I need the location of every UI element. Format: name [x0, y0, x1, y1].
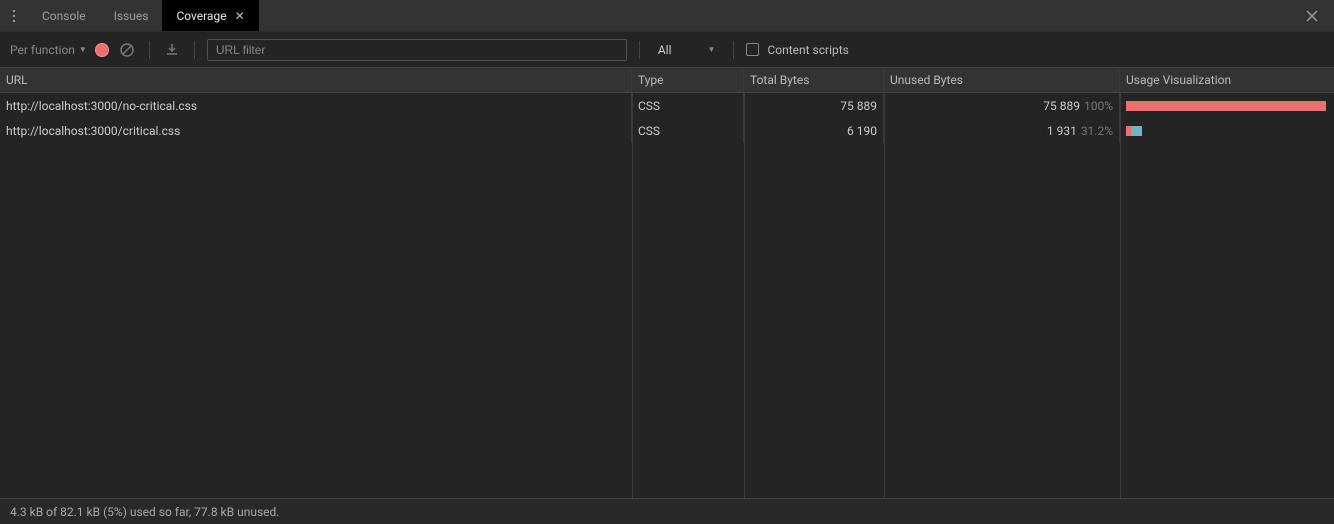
separator	[639, 41, 640, 59]
chevron-down-icon: ▼	[708, 45, 716, 54]
table-row[interactable]: http://localhost:3000/critical.css CSS 6…	[0, 118, 1334, 143]
cell-url: http://localhost:3000/no-critical.css	[0, 93, 632, 118]
separator	[733, 41, 734, 59]
granularity-dropdown[interactable]: Per function ▼	[10, 43, 87, 57]
tab-label: Coverage	[176, 9, 226, 23]
coverage-toolbar: Per function ▼ All ▼ Content scripts	[0, 32, 1334, 68]
usage-bar-used	[1131, 126, 1142, 136]
unused-bytes-value: 1 931	[1047, 124, 1077, 138]
chevron-down-icon: ▼	[79, 45, 87, 54]
col-url[interactable]: URL	[0, 68, 632, 92]
table-row[interactable]: http://localhost:3000/no-critical.css CS…	[0, 93, 1334, 118]
checkbox-icon	[746, 43, 759, 56]
tab-issues[interactable]: Issues	[100, 0, 163, 31]
cell-viz	[1120, 93, 1334, 118]
content-scripts-toggle[interactable]: Content scripts	[746, 43, 848, 57]
type-filter-value: All	[658, 43, 672, 57]
col-total-bytes[interactable]: Total Bytes	[744, 68, 884, 92]
close-icon[interactable]: ✕	[235, 9, 245, 23]
grid-lines	[0, 93, 1334, 498]
kebab-menu-icon[interactable]	[0, 0, 28, 31]
status-bar: 4.3 kB of 82.1 kB (5%) used so far, 77.8…	[0, 498, 1334, 524]
granularity-label: Per function	[10, 43, 75, 57]
table-body: http://localhost:3000/no-critical.css CS…	[0, 93, 1334, 498]
unused-bytes-value: 75 889	[1043, 99, 1080, 113]
table-header: URL Type Total Bytes Unused Bytes Usage …	[0, 68, 1334, 93]
type-filter-dropdown[interactable]: All ▼	[652, 43, 722, 57]
cell-unused: 1 931 31.2%	[884, 118, 1120, 143]
export-button[interactable]	[162, 40, 182, 60]
unused-pct: 31.2%	[1081, 124, 1113, 138]
cell-viz	[1120, 118, 1334, 143]
usage-bar	[1126, 101, 1326, 111]
cell-total: 6 190	[744, 118, 884, 143]
tab-label: Issues	[114, 9, 149, 23]
col-usage-viz[interactable]: Usage Visualization	[1120, 68, 1334, 92]
usage-bar-unused	[1126, 101, 1326, 111]
panel-close-button[interactable]	[1296, 0, 1328, 32]
download-icon	[164, 42, 180, 58]
cell-type: CSS	[632, 118, 744, 143]
drawer-tab-bar: Console Issues Coverage ✕	[0, 0, 1334, 32]
col-type[interactable]: Type	[632, 68, 744, 92]
url-filter-input[interactable]	[207, 39, 627, 61]
ban-icon	[119, 42, 135, 58]
separator	[194, 41, 195, 59]
tab-label: Console	[42, 9, 86, 23]
record-button[interactable]	[95, 43, 109, 57]
tab-console[interactable]: Console	[28, 0, 100, 31]
col-unused-bytes[interactable]: Unused Bytes	[884, 68, 1120, 92]
tab-coverage[interactable]: Coverage ✕	[162, 0, 258, 31]
clear-button[interactable]	[117, 40, 137, 60]
content-scripts-label: Content scripts	[767, 43, 848, 57]
cell-unused: 75 889 100%	[884, 93, 1120, 118]
cell-type: CSS	[632, 93, 744, 118]
coverage-summary: 4.3 kB of 82.1 kB (5%) used so far, 77.8…	[10, 505, 279, 519]
usage-bar	[1126, 126, 1142, 136]
cell-url: http://localhost:3000/critical.css	[0, 118, 632, 143]
unused-pct: 100%	[1084, 99, 1113, 113]
cell-total: 75 889	[744, 93, 884, 118]
separator	[149, 41, 150, 59]
